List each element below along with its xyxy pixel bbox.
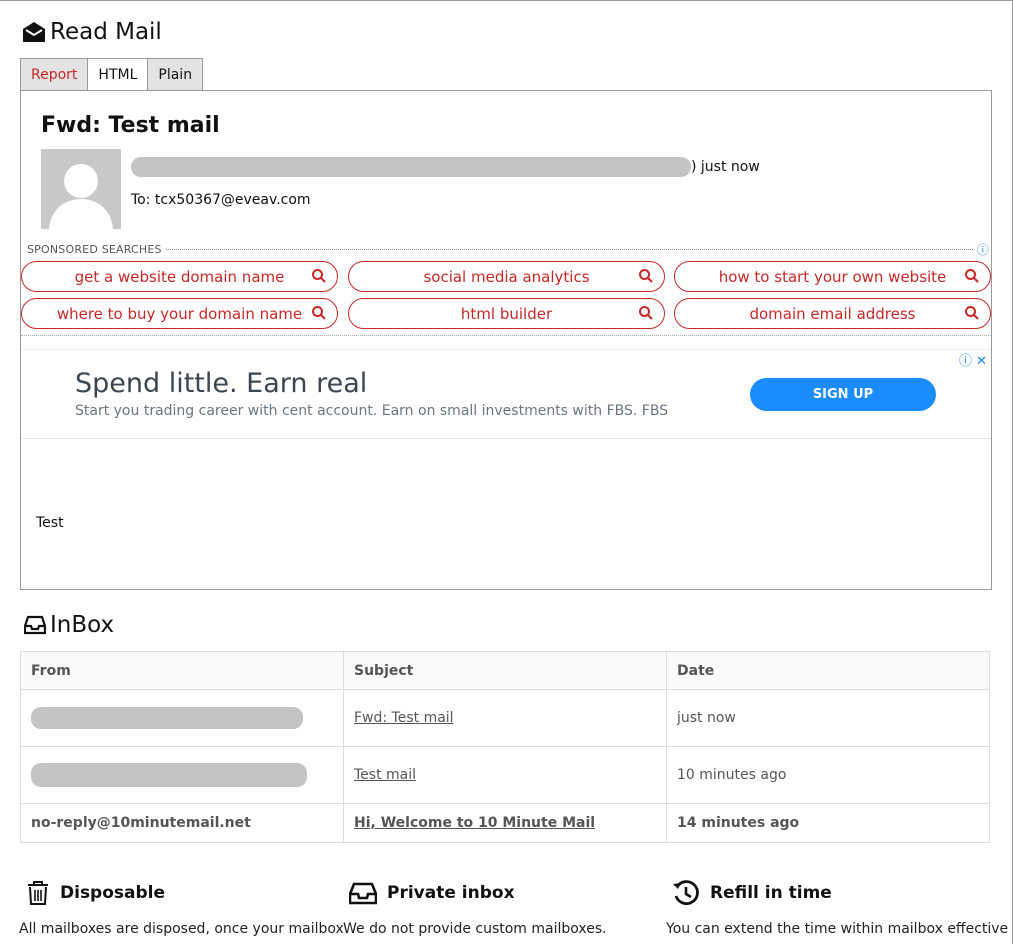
ad-info-icon[interactable]: ⓘ	[959, 354, 972, 369]
table-row[interactable]: Fwd: Test mail just now	[20, 689, 990, 747]
view-tabs: Report HTML Plain	[20, 58, 204, 92]
sponsored-search-chip[interactable]: get a website domain name	[21, 261, 338, 292]
feature-description: We do not provide custom mailboxes.	[343, 921, 607, 937]
from-cell	[20, 746, 344, 804]
search-icon	[312, 269, 326, 283]
chip-label: domain email address	[749, 304, 916, 323]
redacted-sender	[131, 157, 691, 177]
feature-title: Refill in time	[710, 883, 832, 903]
sponsored-label: SPONSORED SEARCHES	[27, 243, 162, 256]
read-mail-heading: Read Mail	[22, 19, 162, 45]
feature-title: Disposable	[60, 883, 166, 903]
ad-banner[interactable]: ⓘ ✕ Spend little. Earn real Start you tr…	[21, 349, 991, 439]
feature-title-row: Disposable	[26, 877, 165, 909]
sponsored-search-chip[interactable]: where to buy your domain name	[21, 298, 338, 329]
chip-label: how to start your own website	[718, 267, 947, 286]
tab-plain[interactable]: Plain	[147, 58, 204, 91]
trash-icon	[28, 881, 48, 905]
sponsored-searches-header: SPONSORED SEARCHES ⓘ	[27, 241, 989, 258]
message-subject: Fwd: Test mail	[41, 113, 220, 138]
subject-link[interactable]: Hi, Welcome to 10 Minute Mail	[354, 815, 595, 831]
sponsored-search-chip[interactable]: how to start your own website	[674, 261, 991, 292]
message-panel: Fwd: Test mail ) just now To: tcx50367@e…	[20, 90, 992, 590]
column-header-date[interactable]: Date	[666, 651, 990, 690]
received-time: ) just now	[691, 159, 760, 175]
inbox-title: InBox	[50, 612, 115, 638]
inbox-table: From Subject Date Fwd: Test mail just no…	[20, 651, 990, 843]
ad-close-icon[interactable]: ✕	[976, 354, 987, 369]
table-header-row: From Subject Date	[20, 651, 990, 690]
date-cell: just now	[666, 689, 990, 747]
inbox-heading: InBox	[24, 612, 114, 638]
feature-disposable: Disposable All mailboxes are disposed, o…	[19, 877, 344, 937]
redacted-sender	[31, 763, 307, 787]
feature-title: Private inbox	[387, 883, 515, 903]
sponsored-search-chip[interactable]: html builder	[348, 298, 665, 329]
chip-label: social media analytics	[423, 267, 590, 286]
recipient-line: To: tcx50367@eveav.com	[131, 192, 311, 208]
feature-description: All mailboxes are disposed, once your ma…	[19, 921, 344, 937]
feature-refill-in-time: Refill in time You can extend the time w…	[666, 877, 1008, 937]
history-icon	[673, 880, 699, 905]
ad-text[interactable]: Start you trading career with cent accou…	[75, 403, 668, 419]
subject-cell: Fwd: Test mail	[343, 689, 667, 747]
subject-link[interactable]: Fwd: Test mail	[354, 710, 454, 726]
search-icon	[639, 306, 653, 320]
search-icon	[312, 306, 326, 320]
chip-label: get a website domain name	[74, 267, 285, 286]
from-cell	[20, 689, 344, 747]
chip-label: html builder	[460, 304, 553, 323]
dotted-divider	[21, 335, 991, 336]
feature-private-inbox: Private inbox We do not provide custom m…	[343, 877, 607, 937]
date-cell: 10 minutes ago	[666, 746, 990, 804]
inbox-tray-icon	[349, 882, 377, 905]
column-header-subject[interactable]: Subject	[343, 651, 667, 690]
subject-link[interactable]: Test mail	[354, 767, 416, 783]
redacted-sender	[31, 707, 303, 729]
search-icon	[639, 269, 653, 283]
ad-controls: ⓘ ✕	[959, 350, 987, 369]
chip-label: where to buy your domain name	[56, 304, 303, 323]
column-header-from[interactable]: From	[20, 651, 344, 690]
sign-up-button[interactable]: SIGN UP	[750, 378, 936, 411]
search-icon	[965, 269, 979, 283]
table-row[interactable]: Test mail 10 minutes ago	[20, 746, 990, 804]
sponsored-search-chip[interactable]: domain email address	[674, 298, 991, 329]
from-cell: no-reply@10minutemail.net	[20, 803, 344, 843]
avatar	[41, 149, 121, 229]
dotted-divider	[165, 249, 973, 250]
sponsored-search-chip[interactable]: social media analytics	[348, 261, 665, 292]
message-body: Test	[36, 515, 64, 531]
table-row[interactable]: no-reply@10minutemail.net Hi, Welcome to…	[20, 803, 990, 843]
feature-title-row: Refill in time	[672, 877, 832, 909]
read-mail-title: Read Mail	[50, 19, 162, 45]
envelope-open-icon	[23, 22, 45, 42]
user-silhouette-icon	[49, 164, 113, 229]
feature-title-row: Private inbox	[349, 877, 515, 909]
from-line: ) just now	[131, 157, 760, 177]
ad-headline[interactable]: Spend little. Earn real	[75, 368, 367, 399]
subject-cell: Hi, Welcome to 10 Minute Mail	[343, 803, 667, 843]
tab-report[interactable]: Report	[20, 58, 89, 91]
subject-cell: Test mail	[343, 746, 667, 804]
inbox-tray-icon	[24, 615, 46, 635]
feature-description: You can extend the time within mailbox e…	[666, 921, 1009, 937]
info-icon[interactable]: ⓘ	[977, 241, 989, 258]
tab-html[interactable]: HTML	[87, 58, 149, 92]
search-icon	[965, 306, 979, 320]
date-cell: 14 minutes ago	[666, 803, 990, 843]
